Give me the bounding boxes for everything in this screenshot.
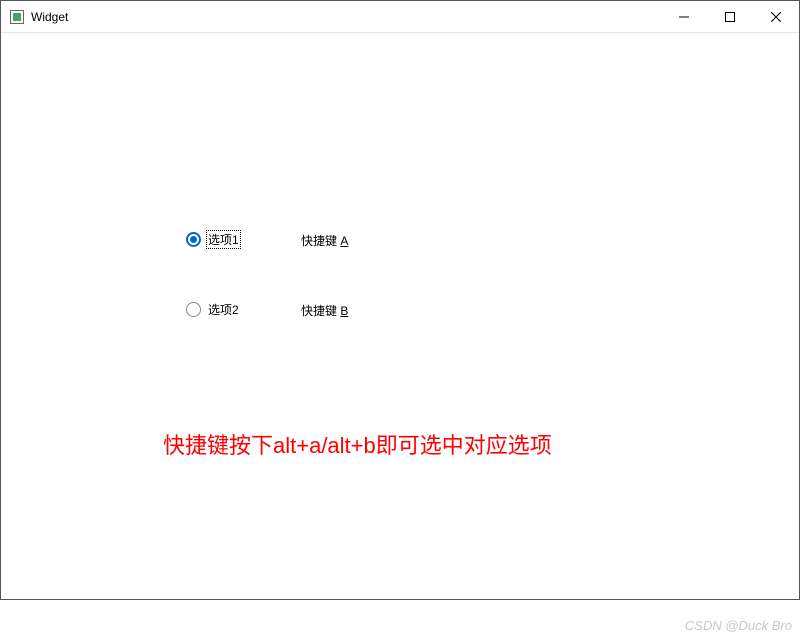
watermark: CSDN @Duck Bro bbox=[685, 618, 792, 633]
maximize-button[interactable] bbox=[707, 1, 753, 33]
window-title: Widget bbox=[31, 10, 68, 24]
shortcut-prefix-a: 快捷键 bbox=[301, 234, 340, 248]
shortcut-mnemonic-b: B bbox=[340, 304, 348, 318]
minimize-button[interactable] bbox=[661, 1, 707, 33]
window-controls bbox=[661, 1, 799, 32]
radio-label-1: 选项1 bbox=[207, 231, 240, 248]
client-area: 选项1 快捷键 A 选项2 快捷键 B 快捷键按下alt+a/alt+b即可选中… bbox=[1, 33, 799, 599]
shortcut-label-a: 快捷键 A bbox=[301, 232, 348, 249]
radio-dot-icon bbox=[190, 236, 197, 243]
radio-option-2[interactable]: 选项2 bbox=[186, 301, 240, 318]
shortcut-mnemonic-a: A bbox=[340, 234, 348, 248]
titlebar-left: Widget bbox=[9, 9, 68, 25]
radio-label-2: 选项2 bbox=[207, 301, 240, 318]
radio-option-1[interactable]: 选项1 bbox=[186, 231, 240, 248]
shortcut-prefix-b: 快捷键 bbox=[301, 304, 340, 318]
app-window: Widget 选项1 快捷键 A 选项2 bbox=[0, 0, 800, 600]
radio-indicator-icon bbox=[186, 302, 201, 317]
shortcut-label-b: 快捷键 B bbox=[301, 302, 348, 319]
app-icon bbox=[9, 9, 25, 25]
titlebar: Widget bbox=[1, 1, 799, 33]
close-button[interactable] bbox=[753, 1, 799, 33]
hint-text: 快捷键按下alt+a/alt+b即可选中对应选项 bbox=[163, 428, 552, 460]
radio-indicator-icon bbox=[186, 232, 201, 247]
